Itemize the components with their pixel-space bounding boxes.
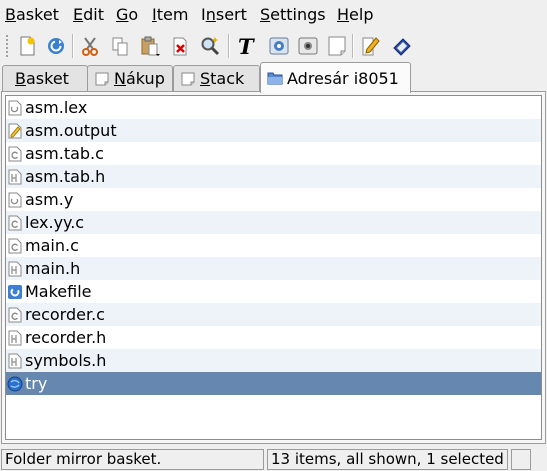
source-file-icon — [7, 192, 23, 208]
menu-basket[interactable]: Basket — [5, 5, 59, 25]
file-row[interactable]: asm.tab.c — [6, 142, 541, 165]
link-icon — [391, 35, 413, 57]
folder-icon — [267, 70, 283, 86]
file-name: asm.y — [25, 190, 74, 209]
c-source-icon — [7, 238, 23, 254]
file-name: asm.lex — [25, 98, 88, 117]
new-basket-icon — [16, 35, 38, 57]
executable-icon — [7, 376, 23, 392]
tab-label: Adresár i8051 — [287, 68, 399, 88]
file-name: asm.output — [25, 121, 117, 140]
svg-text:T: T — [238, 35, 255, 57]
find-button[interactable] — [197, 33, 223, 59]
file-row[interactable]: main.c — [6, 234, 541, 257]
file-name: main.h — [25, 259, 81, 278]
note-icon — [94, 71, 110, 87]
insert-text-button[interactable]: T — [232, 33, 258, 59]
file-name: recorder.h — [25, 328, 107, 347]
delete-icon — [169, 35, 191, 57]
edit-button[interactable] — [358, 33, 384, 59]
file-row[interactable]: try — [6, 372, 541, 395]
tab-label: Nákup — [114, 69, 165, 88]
new-note-button[interactable] — [324, 33, 350, 59]
cut-button[interactable] — [77, 33, 103, 59]
reload-icon — [45, 35, 67, 57]
c-source-icon — [7, 307, 23, 323]
file-row[interactable]: asm.y — [6, 188, 541, 211]
source-file-icon — [7, 100, 23, 116]
insert-image-icon — [268, 35, 290, 57]
copy-button[interactable] — [107, 33, 133, 59]
file-row[interactable]: recorder.c — [6, 303, 541, 326]
basket-panel: asm.lex asm.output asm.tab.c asm.tab.h asm.y… — [1, 91, 546, 444]
tab-2[interactable]: Nákup — [87, 65, 173, 91]
file-name: try — [25, 374, 48, 393]
header-file-icon — [7, 261, 23, 277]
menu-go[interactable]: Go — [116, 5, 138, 25]
new-basket-button[interactable] — [14, 33, 40, 59]
header-file-icon — [7, 353, 23, 369]
c-source-icon — [7, 215, 23, 231]
reload-button[interactable] — [43, 33, 69, 59]
menu-item[interactable]: Item — [152, 5, 188, 25]
makefile-icon — [7, 284, 23, 300]
file-list[interactable]: asm.lex asm.output asm.tab.c asm.tab.h asm.y… — [5, 95, 542, 440]
screenshot-icon — [297, 35, 319, 57]
header-file-icon — [7, 330, 23, 346]
file-name: asm.tab.c — [25, 144, 104, 163]
toolbar-handle[interactable] — [5, 34, 9, 58]
header-file-icon — [7, 169, 23, 185]
edit-icon — [360, 35, 382, 57]
toolbar: T — [0, 30, 547, 62]
paste-icon — [139, 35, 161, 57]
note-icon — [180, 71, 196, 87]
menu-settings[interactable]: Settings — [260, 5, 326, 25]
screenshot-button[interactable] — [295, 33, 321, 59]
insert-image-button[interactable] — [266, 33, 292, 59]
find-icon — [199, 35, 221, 57]
toolbar-separator — [352, 34, 354, 58]
status-message: Folder mirror basket. — [1, 449, 264, 470]
menu-edit[interactable]: Edit — [73, 5, 104, 25]
file-row[interactable]: main.h — [6, 257, 541, 280]
file-name: recorder.c — [25, 305, 105, 324]
cut-icon — [79, 35, 101, 57]
text-file-icon — [7, 123, 23, 139]
link-button[interactable] — [389, 33, 415, 59]
status-extra — [511, 449, 531, 470]
file-row[interactable]: asm.tab.h — [6, 165, 541, 188]
file-name: Makefile — [25, 282, 92, 301]
menu-bar: Basket Edit Go Item Insert Settings Help — [0, 0, 547, 30]
toolbar-separator — [72, 34, 74, 58]
file-row[interactable]: asm.lex — [6, 96, 541, 119]
status-bar: Folder mirror basket. 13 items, all show… — [0, 447, 547, 471]
tab-label: Basket — [15, 69, 69, 88]
file-row[interactable]: asm.output — [6, 119, 541, 142]
basket-tabs: Basket Nákup Stack Adresár i8051 — [0, 62, 547, 93]
tab-3[interactable]: Stack — [173, 65, 260, 91]
status-items-info: 13 items, all shown, 1 selected — [267, 449, 508, 470]
delete-button[interactable] — [167, 33, 193, 59]
file-name: lex.yy.c — [25, 213, 85, 232]
file-row[interactable]: symbols.h — [6, 349, 541, 372]
new-note-icon — [326, 35, 348, 57]
file-row[interactable]: recorder.h — [6, 326, 541, 349]
c-source-icon — [7, 146, 23, 162]
file-name: main.c — [25, 236, 79, 255]
copy-icon — [109, 35, 131, 57]
toolbar-separator — [228, 34, 230, 58]
paste-button[interactable] — [137, 33, 163, 59]
file-row[interactable]: Makefile — [6, 280, 541, 303]
tab-label: Stack — [200, 69, 245, 88]
file-name: symbols.h — [25, 351, 107, 370]
file-name: asm.tab.h — [25, 167, 106, 186]
menu-insert[interactable]: Insert — [201, 5, 247, 25]
menu-help[interactable]: Help — [337, 5, 373, 25]
insert-text-icon: T — [234, 35, 256, 57]
file-row[interactable]: lex.yy.c — [6, 211, 541, 234]
tab-1[interactable]: Basket — [2, 65, 88, 91]
tab-4[interactable]: Adresár i8051 — [260, 62, 411, 93]
